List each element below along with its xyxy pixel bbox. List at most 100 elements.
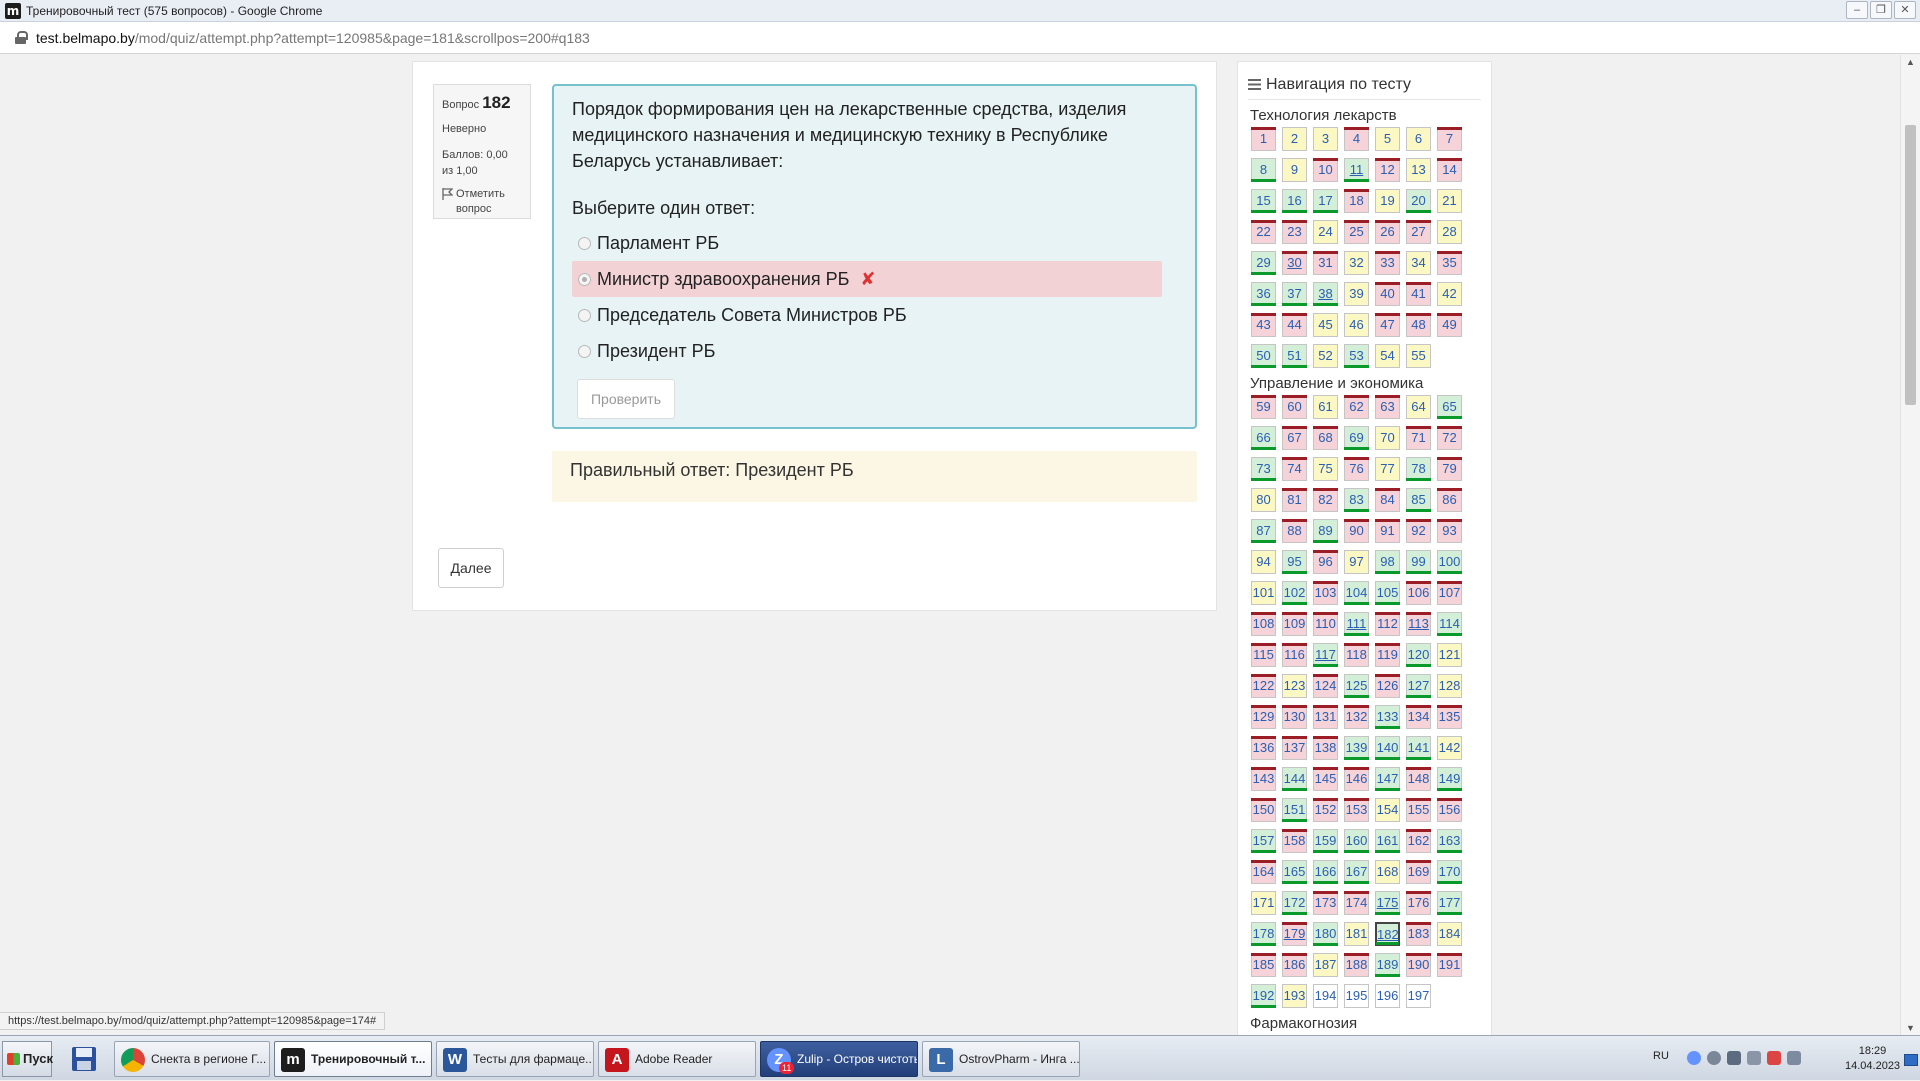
nav-button[interactable]: 164 bbox=[1251, 860, 1276, 884]
nav-button[interactable]: 155 bbox=[1406, 798, 1431, 822]
nav-button[interactable]: 46 bbox=[1344, 313, 1369, 337]
nav-button[interactable]: 8 bbox=[1251, 158, 1276, 182]
volume-icon[interactable] bbox=[1727, 1051, 1741, 1065]
radio-button[interactable] bbox=[578, 345, 591, 358]
nav-button[interactable]: 7 bbox=[1437, 127, 1462, 151]
nav-button[interactable]: 91 bbox=[1375, 519, 1400, 543]
clock[interactable]: 18:29 14.04.2023 bbox=[1845, 1044, 1900, 1074]
minimize-button[interactable]: – bbox=[1846, 1, 1868, 19]
nav-button[interactable]: 3 bbox=[1313, 127, 1338, 151]
tray-alert-icon[interactable] bbox=[1767, 1051, 1781, 1065]
nav-button[interactable]: 38 bbox=[1313, 282, 1338, 306]
nav-button[interactable]: 177 bbox=[1437, 891, 1462, 915]
nav-button[interactable]: 103 bbox=[1313, 581, 1338, 605]
nav-button[interactable]: 173 bbox=[1313, 891, 1338, 915]
check-button[interactable]: Проверить bbox=[577, 379, 675, 419]
nav-button[interactable]: 186 bbox=[1282, 953, 1307, 977]
nav-button[interactable]: 114 bbox=[1437, 612, 1462, 636]
nav-button[interactable]: 44 bbox=[1282, 313, 1307, 337]
maximize-button[interactable]: ❐ bbox=[1870, 1, 1892, 19]
zulip-tray-icon[interactable] bbox=[1687, 1051, 1701, 1065]
nav-button[interactable]: 96 bbox=[1313, 550, 1338, 574]
nav-button[interactable]: 154 bbox=[1375, 798, 1400, 822]
nav-button[interactable]: 55 bbox=[1406, 344, 1431, 368]
nav-button[interactable]: 125 bbox=[1344, 674, 1369, 698]
nav-button[interactable]: 35 bbox=[1437, 251, 1462, 275]
nav-button[interactable]: 50 bbox=[1251, 344, 1276, 368]
nav-button[interactable]: 126 bbox=[1375, 674, 1400, 698]
nav-button[interactable]: 143 bbox=[1251, 767, 1276, 791]
nav-button[interactable]: 131 bbox=[1313, 705, 1338, 729]
nav-button[interactable]: 30 bbox=[1282, 251, 1307, 275]
nav-button[interactable]: 144 bbox=[1282, 767, 1307, 791]
nav-button[interactable]: 22 bbox=[1251, 220, 1276, 244]
nav-button[interactable]: 167 bbox=[1344, 860, 1369, 884]
tray-app-icon[interactable] bbox=[1747, 1051, 1761, 1065]
nav-button[interactable]: 34 bbox=[1406, 251, 1431, 275]
nav-button[interactable]: 142 bbox=[1437, 736, 1462, 760]
task-zulip[interactable]: Z 11 Zulip - Остров чистоты bbox=[760, 1041, 918, 1077]
nav-button[interactable]: 178 bbox=[1251, 922, 1276, 946]
nav-button[interactable]: 13 bbox=[1406, 158, 1431, 182]
nav-button[interactable]: 1 bbox=[1251, 127, 1276, 151]
nav-button[interactable]: 99 bbox=[1406, 550, 1431, 574]
nav-button[interactable]: 48 bbox=[1406, 313, 1431, 337]
nav-button[interactable]: 117 bbox=[1313, 643, 1338, 667]
nav-button[interactable]: 66 bbox=[1251, 426, 1276, 450]
nav-button[interactable]: 20 bbox=[1406, 189, 1431, 213]
nav-button[interactable]: 140 bbox=[1375, 736, 1400, 760]
nav-button[interactable]: 152 bbox=[1313, 798, 1338, 822]
nav-button[interactable]: 82 bbox=[1313, 488, 1338, 512]
nav-button[interactable]: 108 bbox=[1251, 612, 1276, 636]
tray-monitor-icon[interactable] bbox=[1787, 1051, 1801, 1065]
nav-button[interactable]: 89 bbox=[1313, 519, 1338, 543]
scrollbar-thumb[interactable] bbox=[1905, 125, 1916, 405]
nav-button[interactable]: 179 bbox=[1282, 922, 1307, 946]
nav-button[interactable]: 170 bbox=[1437, 860, 1462, 884]
nav-button[interactable]: 45 bbox=[1313, 313, 1338, 337]
nav-button[interactable]: 51 bbox=[1282, 344, 1307, 368]
nav-button[interactable]: 86 bbox=[1437, 488, 1462, 512]
nav-button[interactable]: 112 bbox=[1375, 612, 1400, 636]
nav-button-current[interactable]: 182 bbox=[1375, 922, 1400, 946]
nav-button[interactable]: 105 bbox=[1375, 581, 1400, 605]
nav-button[interactable]: 18 bbox=[1344, 189, 1369, 213]
nav-button[interactable]: 158 bbox=[1282, 829, 1307, 853]
nav-button[interactable]: 52 bbox=[1313, 344, 1338, 368]
task-adobe[interactable]: A Adobe Reader bbox=[598, 1041, 756, 1077]
nav-button[interactable]: 72 bbox=[1437, 426, 1462, 450]
radio-button[interactable] bbox=[578, 237, 591, 250]
nav-button[interactable]: 194 bbox=[1313, 984, 1338, 1008]
nav-button[interactable]: 42 bbox=[1437, 282, 1462, 306]
address-bar[interactable]: test.belmapo.by/mod/quiz/attempt.php?att… bbox=[0, 22, 1920, 54]
answer-option[interactable]: Президент РБ bbox=[572, 333, 1162, 369]
nav-button[interactable]: 195 bbox=[1344, 984, 1369, 1008]
nav-button[interactable]: 129 bbox=[1251, 705, 1276, 729]
nav-button[interactable]: 21 bbox=[1437, 189, 1462, 213]
nav-button[interactable]: 67 bbox=[1282, 426, 1307, 450]
nav-button[interactable]: 187 bbox=[1313, 953, 1338, 977]
nav-button[interactable]: 73 bbox=[1251, 457, 1276, 481]
nav-button[interactable]: 17 bbox=[1313, 189, 1338, 213]
language-indicator[interactable]: RU bbox=[1653, 1050, 1669, 1062]
nav-button[interactable]: 120 bbox=[1406, 643, 1431, 667]
nav-button[interactable]: 80 bbox=[1251, 488, 1276, 512]
network-tray-icon[interactable] bbox=[1707, 1051, 1721, 1065]
answer-option-selected[interactable]: Министр здравоохранения РБ ✘ bbox=[572, 261, 1162, 297]
nav-button[interactable]: 115 bbox=[1251, 643, 1276, 667]
nav-button[interactable]: 184 bbox=[1437, 922, 1462, 946]
nav-button[interactable]: 87 bbox=[1251, 519, 1276, 543]
nav-button[interactable]: 160 bbox=[1344, 829, 1369, 853]
show-desktop-icon[interactable] bbox=[1904, 1054, 1918, 1066]
nav-button[interactable]: 71 bbox=[1406, 426, 1431, 450]
nav-button[interactable]: 97 bbox=[1344, 550, 1369, 574]
nav-button[interactable]: 123 bbox=[1282, 674, 1307, 698]
nav-button[interactable]: 84 bbox=[1375, 488, 1400, 512]
scroll-down-icon[interactable]: ▼ bbox=[1906, 1023, 1915, 1033]
nav-button[interactable]: 29 bbox=[1251, 251, 1276, 275]
nav-button[interactable]: 28 bbox=[1437, 220, 1462, 244]
nav-button[interactable]: 188 bbox=[1344, 953, 1369, 977]
nav-button[interactable]: 76 bbox=[1344, 457, 1369, 481]
nav-button[interactable]: 197 bbox=[1406, 984, 1431, 1008]
nav-button[interactable]: 33 bbox=[1375, 251, 1400, 275]
